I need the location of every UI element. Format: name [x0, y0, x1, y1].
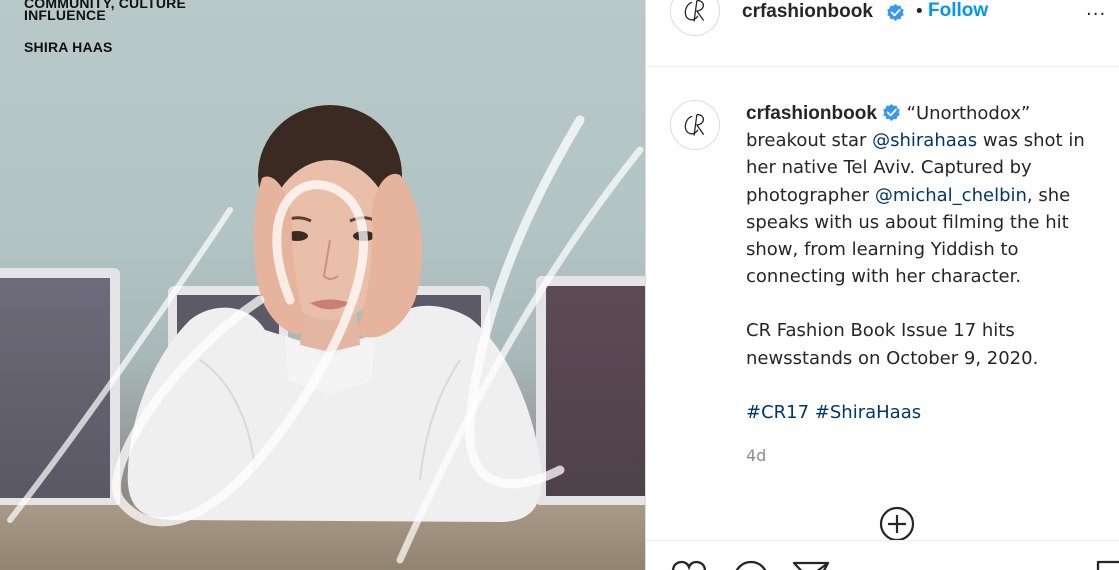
cr-logo-icon: [684, 0, 705, 22]
mention-link[interactable]: @shirahaas: [872, 130, 977, 151]
cr-logo-icon: [684, 113, 705, 136]
caption-paragraph: CR Fashion Book Issue 17 hits newsstands…: [746, 320, 1039, 369]
heart-icon[interactable]: [670, 559, 708, 570]
verified-badge-icon: [883, 103, 900, 122]
hashtag-link[interactable]: #CR17: [746, 402, 809, 423]
bookmark-icon[interactable]: [1092, 559, 1119, 570]
post-timestamp[interactable]: 4d: [746, 446, 766, 465]
post-caption: crfashionbook “Unorthodox” breakout star…: [746, 100, 1106, 426]
post-photo[interactable]: COMMUNITY, CULTURE INFLUENCE SHIRA HAAS: [0, 0, 645, 570]
post-header: crfashionbook • Follow ···: [646, 0, 1119, 67]
share-icon[interactable]: [792, 559, 830, 570]
action-bar: [646, 540, 1119, 570]
verified-badge-icon: [887, 3, 904, 22]
post-details-panel: crfashionbook • Follow ··· crfashionbook…: [645, 0, 1119, 570]
hashtag-link[interactable]: #ShiraHaas: [815, 402, 921, 423]
mention-link[interactable]: @michal_chelbin: [875, 185, 1027, 206]
add-comment-icon[interactable]: [878, 505, 916, 543]
comment-icon[interactable]: [732, 559, 770, 570]
photo-overlay-name: SHIRA HAAS: [24, 39, 113, 55]
header-username[interactable]: crfashionbook: [742, 1, 873, 23]
caption-avatar[interactable]: [670, 100, 720, 150]
caption-username[interactable]: crfashionbook: [746, 103, 877, 124]
separator-dot: •: [914, 1, 925, 22]
profile-avatar[interactable]: [670, 0, 720, 36]
more-options-icon[interactable]: ···: [1086, 4, 1106, 25]
photo-overlay-line: INFLUENCE: [24, 7, 106, 23]
portrait-figure: [7, 105, 644, 564]
follow-button[interactable]: Follow: [928, 0, 988, 22]
